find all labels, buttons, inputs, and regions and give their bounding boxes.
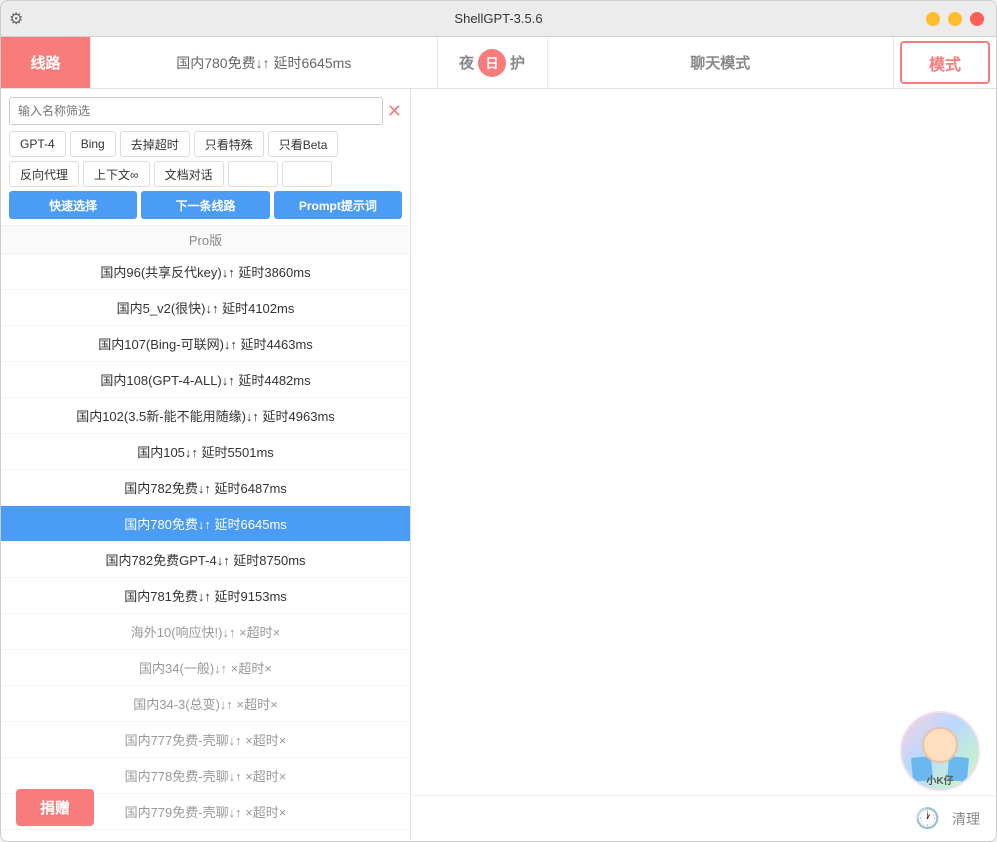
clear-search-icon[interactable]: ✕ — [387, 102, 402, 120]
chat-area[interactable] — [411, 89, 996, 795]
mascot-image: 小K仔 — [900, 711, 980, 791]
route-item-timeout[interactable]: 国内777免费-壳聊↓↑ ×超时× — [1, 722, 410, 758]
route-item-timeout[interactable]: 国内34-3(总变)↓↑ ×超时× — [1, 686, 410, 722]
route-item-selected[interactable]: 国内780免费↓↑ 延时6645ms — [1, 506, 410, 542]
route-item-timeout[interactable]: 海外10(响应快!)↓↑ ×超时× — [1, 614, 410, 650]
route-item-timeout[interactable]: 国内34(一般)↓↑ ×超时× — [1, 650, 410, 686]
route-item[interactable]: 国内96(共享反代key)↓↑ 延时3860ms — [1, 254, 410, 290]
night-label: 夜 — [459, 52, 474, 73]
filter-bing[interactable]: Bing — [70, 131, 116, 157]
tab-night-day[interactable]: 夜 日 护 — [438, 37, 548, 88]
filter-special-only[interactable]: 只看特殊 — [194, 131, 264, 157]
filter-extra1[interactable] — [228, 161, 278, 187]
filter-reverse-proxy[interactable]: 反向代理 — [9, 161, 79, 187]
route-item[interactable]: 国内782免费↓↑ 延时6487ms — [1, 470, 410, 506]
route-item[interactable]: 国内5_v2(很快)↓↑ 延时4102ms — [1, 290, 410, 326]
route-item[interactable]: 国内781免费↓↑ 延时9153ms — [1, 578, 410, 614]
tab-status[interactable]: 国内780免费↓↑ 延时6645ms — [91, 37, 438, 88]
mascot-area: 小K仔 — [900, 711, 980, 791]
window-title: ShellGPT-3.5.6 — [454, 11, 542, 26]
action-row: 快速选择 下一条线路 Prompt提示词 — [9, 191, 402, 219]
filter-row-1: GPT-4 Bing 去掉超时 只看特殊 只看Beta — [9, 131, 402, 157]
next-route-button[interactable]: 下一条线路 — [141, 191, 269, 219]
top-navigation: 线路 国内780免费↓↑ 延时6645ms 夜 日 护 聊天模式 模式 — [1, 37, 996, 89]
filter-beta-only[interactable]: 只看Beta — [268, 131, 339, 157]
donate-button[interactable]: 捐赠 — [16, 789, 94, 826]
route-item-timeout[interactable]: 国内90(不稳定要重试)↓↑ ×超时× — [1, 830, 410, 841]
prompt-button[interactable]: Prompt提示词 — [274, 191, 402, 219]
filter-doc-chat[interactable]: 文档对话 — [154, 161, 224, 187]
route-item[interactable]: 国内782免费GPT-4↓↑ 延时8750ms — [1, 542, 410, 578]
main-content: ✕ GPT-4 Bing 去掉超时 只看特殊 只看Beta 反向代理 上下文∞ … — [1, 89, 996, 841]
filter-gpt4[interactable]: GPT-4 — [9, 131, 66, 157]
tab-mode[interactable]: 模式 — [900, 41, 990, 84]
search-row: ✕ — [9, 97, 402, 125]
route-list[interactable]: 国内96(共享反代key)↓↑ 延时3860ms 国内5_v2(很快)↓↑ 延时… — [1, 254, 410, 841]
mascot-text: 小K仔 — [926, 772, 953, 787]
tab-route[interactable]: 线路 — [1, 37, 91, 88]
route-item[interactable]: 国内107(Bing-可联网)↓↑ 延时4463ms — [1, 326, 410, 362]
titlebar: ⚙ ShellGPT-3.5.6 — [1, 1, 996, 37]
quick-select-button[interactable]: 快速选择 — [9, 191, 137, 219]
tab-chat[interactable]: 聊天模式 — [548, 37, 895, 88]
minimize-button[interactable] — [926, 12, 940, 26]
right-panel: 小K仔 🕐 清理 — [411, 89, 996, 841]
day-circle[interactable]: 日 — [478, 49, 506, 77]
route-item[interactable]: 国内105↓↑ 延时5501ms — [1, 434, 410, 470]
filter-extra2[interactable] — [282, 161, 332, 187]
close-button[interactable] — [970, 12, 984, 26]
maximize-button[interactable] — [948, 12, 962, 26]
window-controls — [926, 12, 984, 26]
route-item[interactable]: 国内102(3.5新-能不能用随缘)↓↑ 延时4963ms — [1, 398, 410, 434]
history-icon[interactable]: 🕐 — [915, 806, 940, 831]
bottom-bar: 🕐 清理 — [411, 795, 996, 841]
clear-button[interactable]: 清理 — [952, 809, 980, 829]
hu-label: 护 — [510, 52, 525, 73]
filter-row-2: 反向代理 上下文∞ 文档对话 — [9, 161, 402, 187]
filter-context[interactable]: 上下文∞ — [83, 161, 150, 187]
route-item[interactable]: 国内108(GPT-4-ALL)↓↑ 延时4482ms — [1, 362, 410, 398]
gear-icon[interactable]: ⚙ — [9, 9, 23, 29]
pro-label: Pro版 — [1, 226, 410, 254]
left-panel: ✕ GPT-4 Bing 去掉超时 只看特殊 只看Beta 反向代理 上下文∞ … — [1, 89, 411, 841]
filter-section: ✕ GPT-4 Bing 去掉超时 只看特殊 只看Beta 反向代理 上下文∞ … — [1, 89, 410, 226]
filter-no-timeout[interactable]: 去掉超时 — [120, 131, 190, 157]
search-input[interactable] — [9, 97, 383, 125]
main-window: ⚙ ShellGPT-3.5.6 线路 国内780免费↓↑ 延时6645ms 夜… — [0, 0, 997, 842]
